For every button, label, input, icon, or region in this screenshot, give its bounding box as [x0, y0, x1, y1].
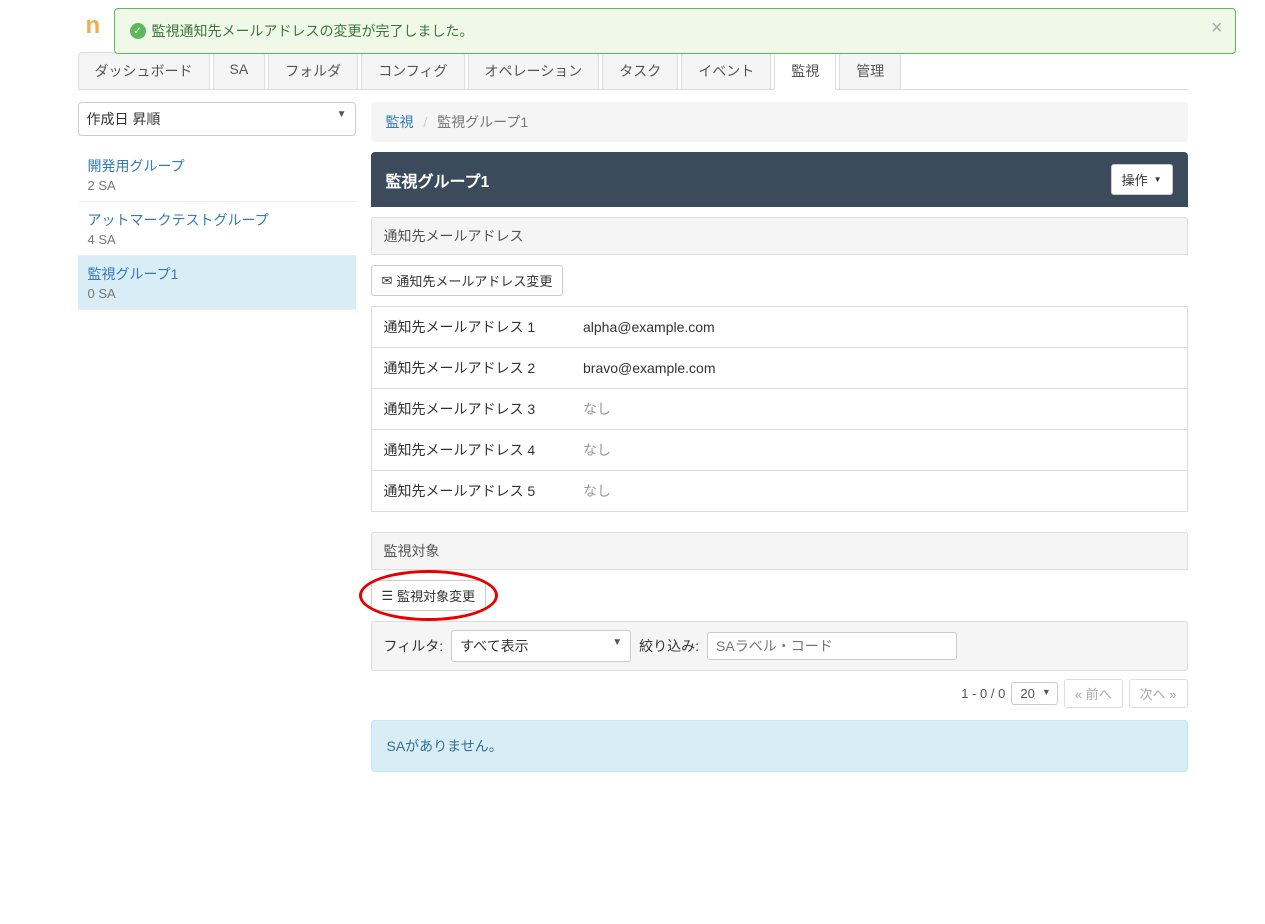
sort-select[interactable]: 作成日 昇順	[78, 102, 356, 136]
page-heading: 監視グループ1 操作 ▼	[371, 152, 1188, 207]
change-email-button[interactable]: ✉ 通知先メールアドレス変更	[371, 265, 564, 296]
caret-down-icon: ▼	[1154, 175, 1162, 184]
email-section-header: 通知先メールアドレス	[371, 217, 1188, 255]
group-name: アットマークテストグループ	[88, 210, 346, 230]
success-alert: ✓ 監視通知先メールアドレスの変更が完了しました。 ×	[114, 8, 1236, 54]
refine-label: 絞り込み:	[639, 636, 699, 656]
tab-monitoring[interactable]: 監視	[774, 52, 836, 90]
email-label: 通知先メールアドレス 2	[371, 348, 571, 389]
breadcrumb: 監視 / 監視グループ1	[371, 102, 1188, 142]
tab-operation[interactable]: オペレーション	[468, 52, 600, 89]
email-label: 通知先メールアドレス 3	[371, 389, 571, 430]
breadcrumb-separator: /	[417, 114, 433, 130]
group-sub: 0 SA	[88, 286, 346, 301]
tab-folder[interactable]: フォルダ	[268, 52, 358, 89]
refine-input[interactable]	[707, 632, 957, 660]
group-list: 開発用グループ 2 SA アットマークテストグループ 4 SA 監視グループ1 …	[78, 148, 356, 310]
check-icon: ✓	[130, 23, 146, 39]
logo: n	[86, 12, 101, 40]
table-row: 通知先メールアドレス 4なし	[371, 430, 1187, 471]
group-item-active[interactable]: 監視グループ1 0 SA	[78, 256, 356, 310]
breadcrumb-current: 監視グループ1	[437, 114, 528, 130]
actions-button[interactable]: 操作 ▼	[1111, 164, 1173, 195]
tab-event[interactable]: イベント	[681, 52, 771, 89]
email-value: bravo@example.com	[571, 348, 1187, 389]
change-target-button[interactable]: ☰ 監視対象変更	[371, 580, 487, 611]
filter-label: フィルタ:	[384, 636, 444, 656]
table-row: 通知先メールアドレス 2bravo@example.com	[371, 348, 1187, 389]
highlight-annotation: ☰ 監視対象変更	[371, 580, 487, 611]
group-name: 監視グループ1	[88, 264, 346, 284]
tab-dashboard[interactable]: ダッシュボード	[78, 52, 210, 89]
tab-task[interactable]: タスク	[602, 52, 678, 89]
table-row: 通知先メールアドレス 3なし	[371, 389, 1187, 430]
empty-message: SAがありません。	[371, 720, 1188, 772]
envelope-icon: ✉	[382, 273, 393, 289]
email-value: なし	[571, 471, 1187, 512]
tab-admin[interactable]: 管理	[839, 52, 901, 89]
email-label: 通知先メールアドレス 1	[371, 307, 571, 348]
email-value: なし	[571, 430, 1187, 471]
group-item[interactable]: アットマークテストグループ 4 SA	[78, 202, 356, 256]
email-label: 通知先メールアドレス 4	[371, 430, 571, 471]
table-row: 通知先メールアドレス 1alpha@example.com	[371, 307, 1187, 348]
table-row: 通知先メールアドレス 5なし	[371, 471, 1187, 512]
page-info: 1 - 0 / 0	[961, 686, 1005, 701]
nav-tabs: ダッシュボード SA フォルダ コンフィグ オペレーション タスク イベント 監…	[78, 50, 1188, 90]
group-sub: 4 SA	[88, 232, 346, 247]
email-value: なし	[571, 389, 1187, 430]
page-size-select[interactable]: 20	[1011, 682, 1057, 705]
next-button[interactable]: 次へ »	[1129, 679, 1188, 708]
email-label: 通知先メールアドレス 5	[371, 471, 571, 512]
group-sub: 2 SA	[88, 178, 346, 193]
alert-message: 監視通知先メールアドレスの変更が完了しました。	[152, 21, 474, 41]
group-name: 開発用グループ	[88, 156, 346, 176]
prev-button[interactable]: « 前へ	[1064, 679, 1123, 708]
filter-select[interactable]: すべて表示	[451, 630, 631, 662]
tab-sa[interactable]: SA	[213, 52, 266, 89]
list-icon: ☰	[382, 588, 394, 604]
email-table: 通知先メールアドレス 1alpha@example.com 通知先メールアドレス…	[371, 306, 1188, 512]
email-value: alpha@example.com	[571, 307, 1187, 348]
breadcrumb-root[interactable]: 監視	[386, 114, 414, 130]
tab-config[interactable]: コンフィグ	[361, 52, 464, 89]
pagination: 1 - 0 / 0 20 « 前へ 次へ »	[371, 679, 1188, 708]
target-section-header: 監視対象	[371, 532, 1188, 570]
group-item[interactable]: 開発用グループ 2 SA	[78, 148, 356, 202]
filter-bar: フィルタ: すべて表示 絞り込み:	[371, 621, 1188, 671]
alert-close-button[interactable]: ×	[1211, 17, 1223, 40]
page-title: 監視グループ1	[386, 168, 490, 192]
